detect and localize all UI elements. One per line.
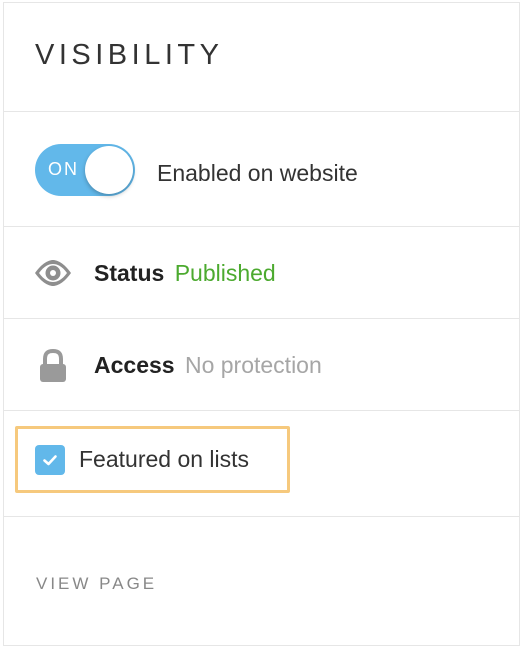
website-toggle-switch[interactable]: ON [35, 144, 135, 196]
featured-label: Featured on lists [79, 446, 250, 472]
access-value[interactable]: No protection [185, 352, 322, 378]
view-page-link[interactable]: VIEW PAGE [36, 574, 157, 594]
featured-checkbox[interactable] [35, 445, 65, 475]
checkmark-icon [43, 455, 57, 466]
visibility-panel: VISIBILITY ON Enabled on website Status … [3, 2, 520, 646]
status-value[interactable]: Published [175, 260, 276, 286]
access-line: Access No protection [94, 352, 322, 379]
visibility-toggle-row: ON Enabled on website [4, 112, 519, 227]
view-page-row: VIEW PAGE [4, 517, 519, 645]
featured-row: Featured on lists [4, 411, 519, 517]
status-row: Status Published [4, 227, 519, 319]
lock-icon [33, 348, 73, 382]
panel-title: VISIBILITY [35, 39, 224, 71]
status-label: Status [94, 260, 165, 286]
status-line: Status Published [94, 260, 276, 287]
toggle-knob[interactable] [85, 146, 133, 194]
access-row: Access No protection [4, 319, 519, 411]
toggle-label: Enabled on website [157, 160, 358, 186]
access-label: Access [94, 352, 175, 378]
panel-header: VISIBILITY [4, 3, 519, 112]
eye-icon [33, 257, 73, 289]
toggle-state-label: ON [48, 159, 79, 179]
